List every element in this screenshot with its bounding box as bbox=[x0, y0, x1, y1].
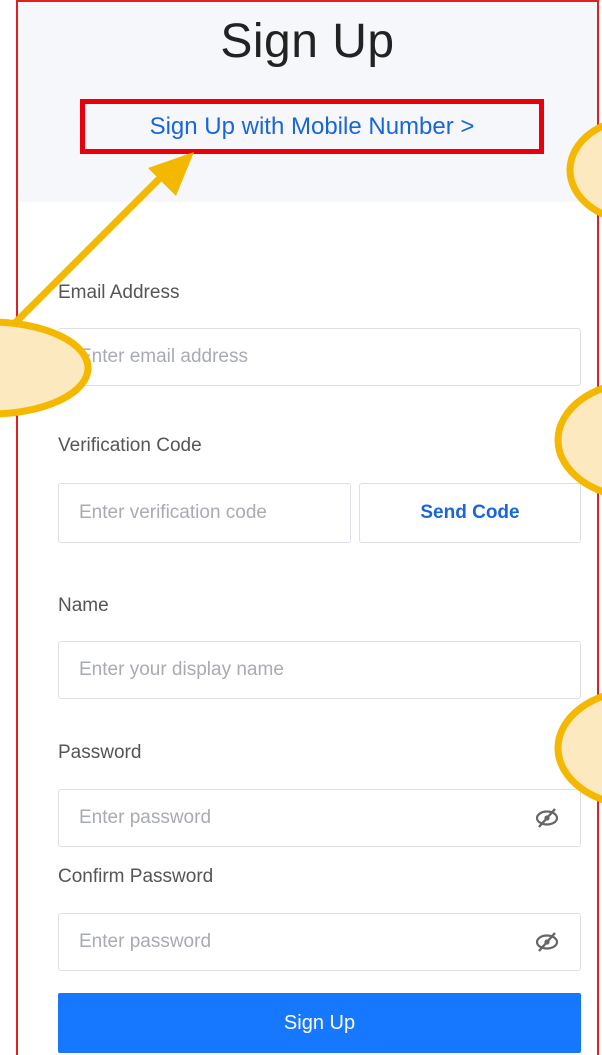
send-code-button[interactable]: Send Code bbox=[359, 483, 581, 543]
mobile-signup-link[interactable]: Sign Up with Mobile Number > bbox=[80, 99, 544, 154]
display-name-field[interactable] bbox=[58, 641, 581, 699]
verification-code-field[interactable] bbox=[58, 483, 351, 543]
page-title: Sign Up bbox=[220, 15, 395, 68]
sign-up-button[interactable]: Sign Up bbox=[58, 993, 581, 1053]
confirm-password-label: Confirm Password bbox=[58, 866, 214, 887]
eye-slash-icon[interactable] bbox=[534, 807, 560, 829]
name-label: Name bbox=[58, 595, 109, 616]
confirm-password-field[interactable] bbox=[58, 913, 581, 971]
password-label: Password bbox=[58, 742, 142, 763]
password-field[interactable] bbox=[58, 789, 581, 847]
email-field[interactable] bbox=[58, 328, 581, 386]
signup-panel: Sign Up Sign Up with Mobile Number > Ema… bbox=[16, 0, 599, 1055]
verification-code-label: Verification Code bbox=[58, 435, 202, 456]
eye-slash-icon[interactable] bbox=[534, 931, 560, 953]
email-label: Email Address bbox=[58, 282, 180, 303]
signup-header: Sign Up Sign Up with Mobile Number > bbox=[18, 2, 597, 202]
